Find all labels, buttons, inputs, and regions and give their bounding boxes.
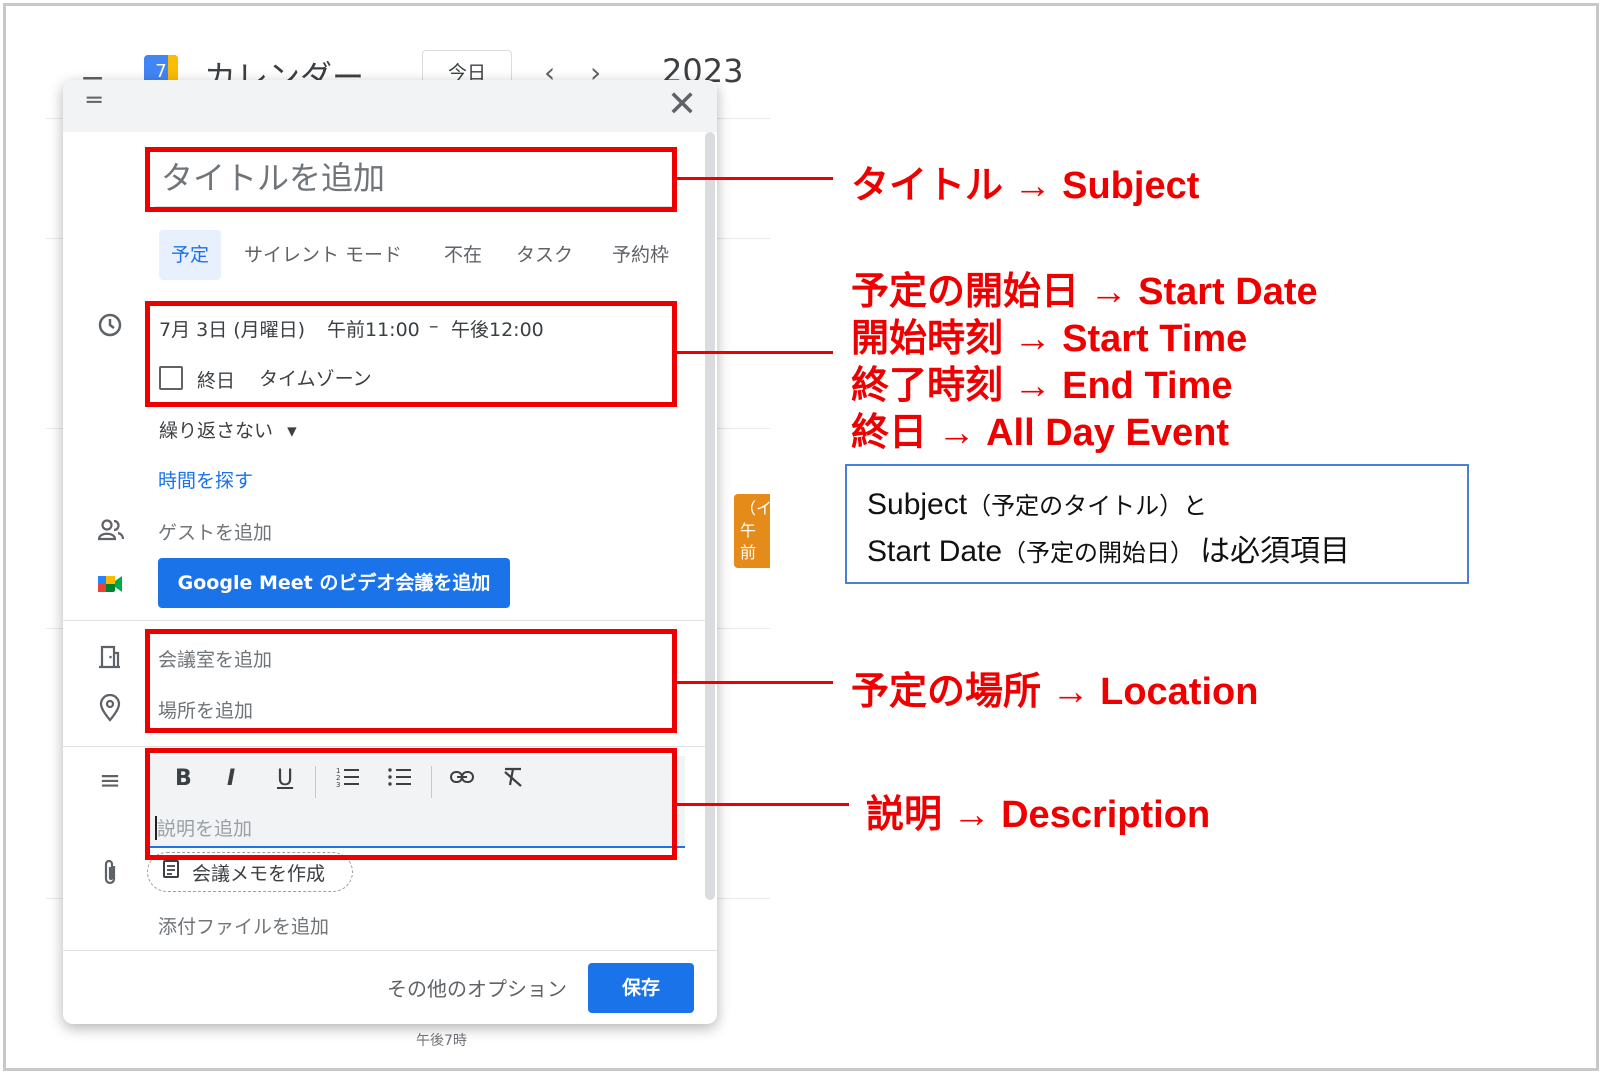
dropdown-arrow-icon: ▾ — [287, 420, 297, 442]
description-annotation: 説明 → Description — [866, 794, 1211, 836]
section-divider — [63, 620, 705, 621]
description-icon: ≡ — [99, 766, 121, 796]
door-icon — [97, 644, 123, 677]
clock-icon — [97, 312, 123, 345]
guests-input[interactable]: ゲストを追加 — [158, 518, 272, 545]
repeat-label: 繰り返さない — [159, 420, 274, 442]
description-connector-line — [677, 803, 849, 806]
location-pin-icon — [97, 693, 123, 729]
repeat-dropdown[interactable]: 繰り返さない ▾ — [159, 416, 297, 443]
google-meet-icon — [97, 572, 123, 602]
document-icon — [162, 859, 180, 884]
drag-handle-icon[interactable]: ═ — [87, 86, 101, 114]
date-time-connector-line — [677, 351, 833, 354]
location-connector-line — [677, 681, 833, 684]
notes-chip-label: 会議メモを作成 — [192, 863, 326, 885]
note-text: Subject — [867, 488, 968, 521]
more-options-button[interactable]: その他のオプション — [387, 973, 567, 1002]
note-line: Start Date（予定の開始日） は必須項目 — [867, 526, 1350, 570]
close-icon[interactable]: ✕ — [667, 84, 697, 125]
guests-icon — [97, 517, 125, 550]
note-line: Subject（予定のタイトル）と — [867, 486, 1207, 522]
tab-appointment-schedule[interactable]: 予約枠 — [612, 230, 669, 280]
tab-event[interactable]: 予定 — [159, 230, 222, 280]
event-chip-line: （イ — [740, 499, 770, 518]
required-fields-note: Subject（予定のタイトル）と Start Date（予定の開始日） は必須項… — [845, 464, 1469, 584]
tab-focus-time[interactable]: サイレント モード — [244, 230, 402, 280]
scrollbar[interactable] — [705, 132, 715, 900]
note-text: Start Date — [867, 535, 1003, 568]
save-button[interactable]: 保存 — [588, 963, 694, 1013]
calendar-event-chip[interactable]: （イ 午前 — [734, 494, 770, 568]
subject-connector-line — [677, 177, 833, 180]
dialog-header: ═ ✕ — [63, 80, 717, 132]
add-attachment-link[interactable]: 添付ファイルを追加 — [158, 912, 329, 939]
date-time-highlight-box — [145, 301, 677, 407]
footer-divider — [63, 950, 717, 951]
location-annotation: 予定の場所 → Location — [851, 671, 1259, 713]
tab-task[interactable]: タスク — [516, 230, 573, 280]
note-text: （予定のタイトル）と — [967, 493, 1208, 520]
note-text: （予定の開始日） — [1002, 540, 1195, 567]
time-slot-label: 午後7時 — [416, 1033, 467, 1049]
tab-out-of-office[interactable]: 不在 — [444, 230, 482, 280]
add-meet-button[interactable]: Google Meet のビデオ会議を追加 — [158, 558, 510, 608]
event-chip-line: 午前 — [740, 521, 757, 562]
subject-highlight-box — [145, 147, 677, 212]
subject-annotation: タイトル → Subject — [851, 165, 1200, 207]
note-text: は必須項目 — [1200, 535, 1351, 568]
event-dialog: ═ ✕ 予定 サイレント モード 不在 タスク 予約枠 7月 3日 (月曜日) … — [63, 80, 717, 1024]
paperclip-icon — [97, 858, 123, 893]
section-divider — [63, 746, 705, 747]
location-highlight-box — [145, 629, 677, 733]
description-highlight-box — [145, 748, 677, 860]
all-day-annotation: 終日 → All Day Event — [851, 412, 1229, 454]
find-time-link[interactable]: 時間を探す — [158, 466, 253, 493]
